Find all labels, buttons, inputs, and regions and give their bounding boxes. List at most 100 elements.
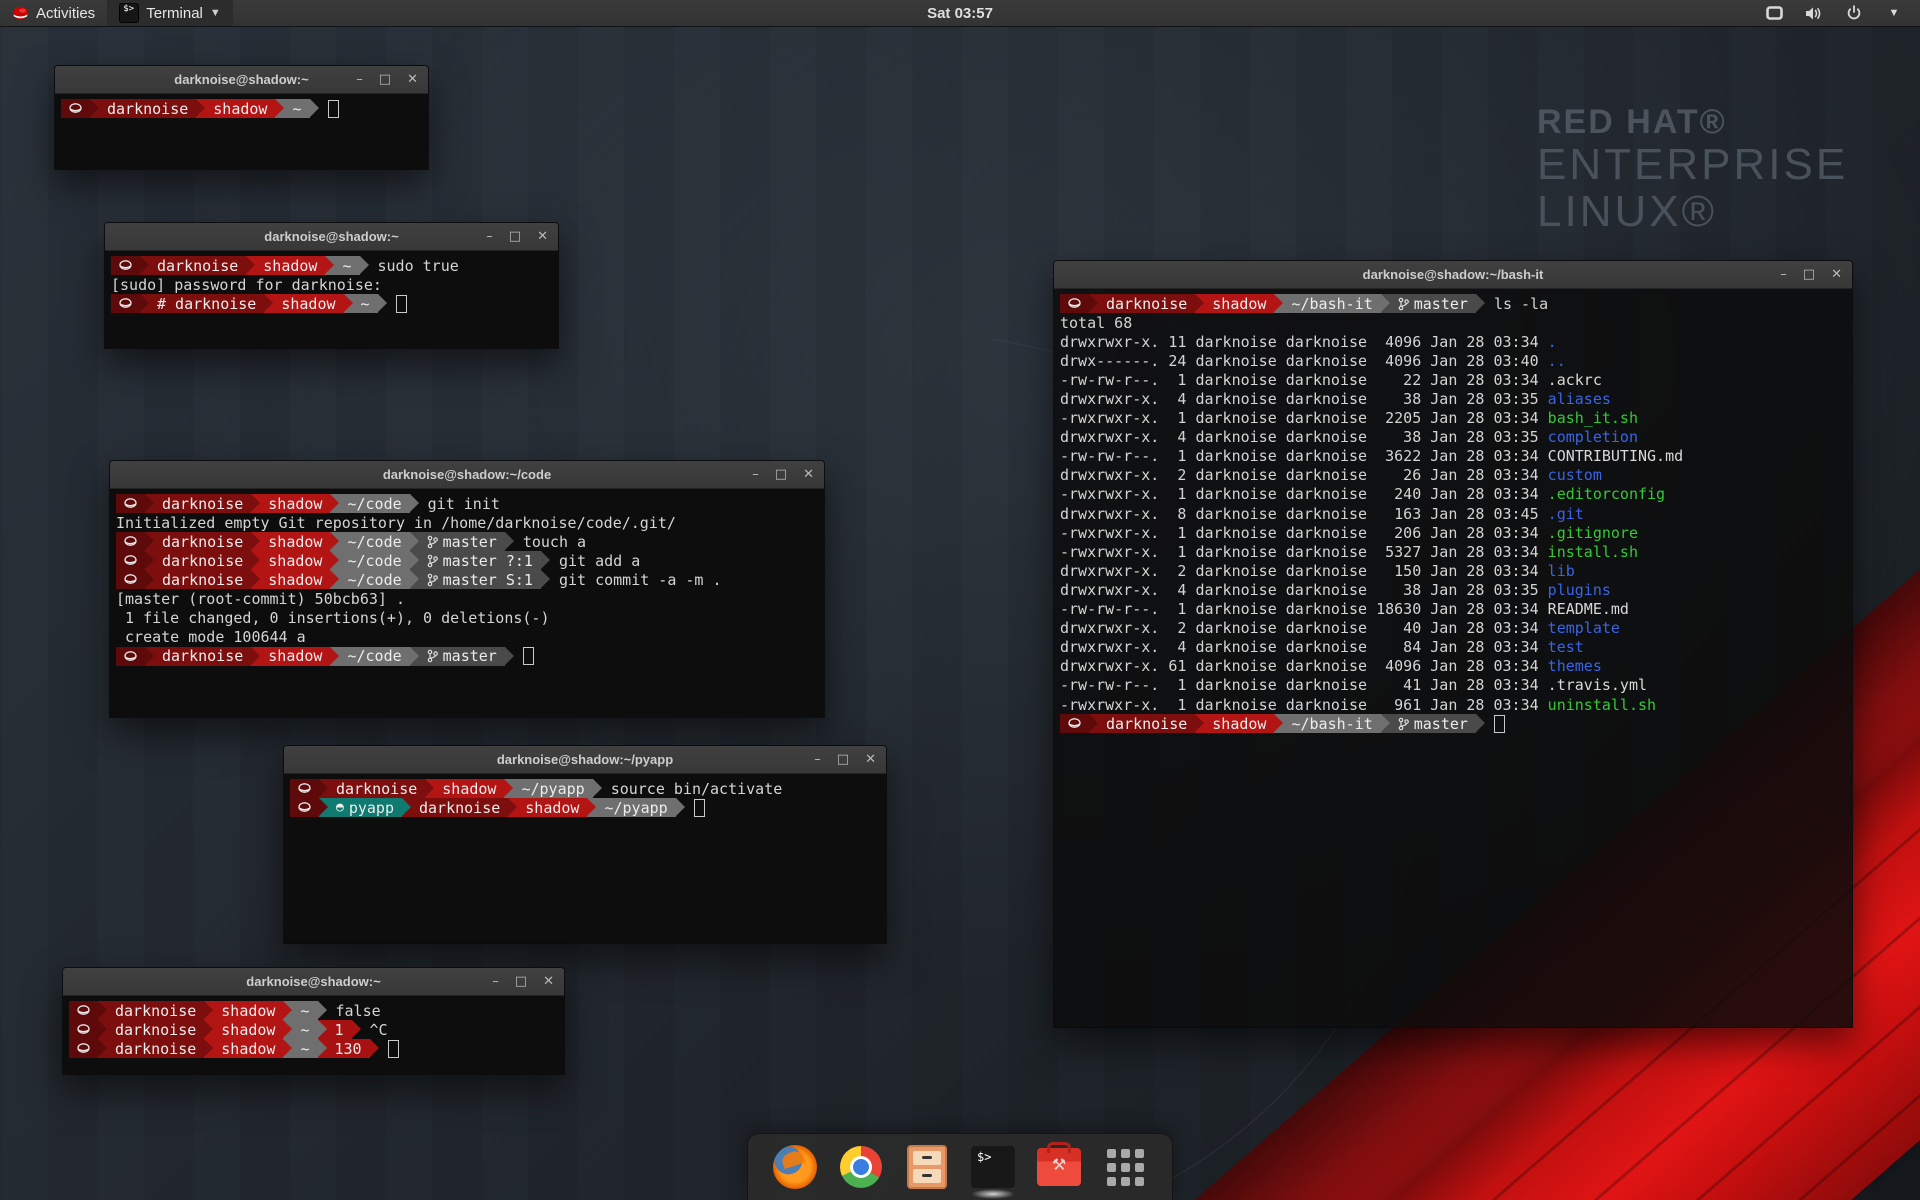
screen-icon[interactable] <box>1764 4 1784 22</box>
dock-item-app-grid[interactable] <box>1102 1144 1148 1190</box>
dock-item-chrome[interactable] <box>838 1144 884 1190</box>
clock[interactable]: Sat 03:57 <box>927 5 993 22</box>
ls-row-meta: -rwxrwxr-x. 1 darknoise darknoise 2205 J… <box>1060 409 1548 427</box>
prompt-segment-git: master S:1 <box>419 570 541 589</box>
powerline-separator <box>402 798 411 817</box>
powerline-separator <box>541 570 550 589</box>
powerline-separator <box>676 798 685 817</box>
powerline-separator <box>1476 294 1485 313</box>
prompt-segment-git: master <box>419 532 505 551</box>
file-name: themes <box>1548 657 1602 675</box>
prompt-segment-user: darknoise <box>154 494 251 513</box>
terminal-line: darknoiseshadow~/codemastertouch a <box>116 532 824 551</box>
terminal-body[interactable]: darknoiseshadow~/codegit initInitialized… <box>110 489 824 718</box>
red-hat-icon <box>298 783 311 794</box>
close-button[interactable]: ✕ <box>543 975 554 988</box>
powerline-separator <box>264 294 273 313</box>
maximize-button[interactable]: □ <box>1803 268 1815 281</box>
powerline-separator <box>410 570 419 589</box>
python-icon: ◓ <box>336 800 344 815</box>
terminal-body[interactable]: darknoiseshadow~/pyappsource bin/activat… <box>284 774 886 944</box>
terminal-line: -rw-rw-r--. 1 darknoise darknoise 22 Jan… <box>1060 370 1852 389</box>
window-titlebar[interactable]: darknoise@shadow:~–□✕ <box>55 66 428 94</box>
terminal-body[interactable]: darknoiseshadow~/bash-itmasterls -latota… <box>1054 289 1852 1028</box>
close-button[interactable]: ✕ <box>407 73 418 86</box>
dock-item-terminal[interactable]: $> <box>970 1144 1016 1190</box>
prompt-segment-exit: 1 <box>327 1020 352 1039</box>
minimize-button[interactable]: – <box>814 753 821 766</box>
minimize-button[interactable]: – <box>486 230 493 243</box>
window-titlebar[interactable]: darknoise@shadow:~–□✕ <box>105 223 558 251</box>
prompt-segment-user: darknoise <box>411 798 508 817</box>
powerline-separator <box>251 532 260 551</box>
prompt-segment-hat <box>1060 714 1089 733</box>
window-titlebar[interactable]: darknoise@shadow:~/code–□✕ <box>110 461 824 489</box>
dock-item-toolbox[interactable] <box>1036 1144 1082 1190</box>
minimize-button[interactable]: – <box>1780 268 1787 281</box>
terminal-cursor <box>396 295 407 313</box>
ls-row-meta: -rw-rw-r--. 1 darknoise darknoise 41 Jan… <box>1060 676 1548 694</box>
ls-row-meta: drwxrwxr-x. 4 darknoise darknoise 38 Jan… <box>1060 428 1548 446</box>
powerline-separator <box>251 551 260 570</box>
maximize-button[interactable]: □ <box>379 73 391 86</box>
top-bar: Activities $> Terminal ▼ Sat 03:57 <box>0 0 1920 27</box>
dock-item-firefox[interactable] <box>772 1144 818 1190</box>
maximize-button[interactable]: □ <box>775 468 787 481</box>
window-titlebar[interactable]: darknoise@shadow:~/bash-it–□✕ <box>1054 261 1852 289</box>
maximize-button[interactable]: □ <box>515 975 527 988</box>
command-text: ls -la <box>1494 295 1548 313</box>
prompt-segment-path: ~/pyapp <box>513 779 592 798</box>
ls-row-meta: -rw-rw-r--. 1 darknoise darknoise 3622 J… <box>1060 447 1548 465</box>
terminal-line: drwxrwxr-x. 11 darknoise darknoise 4096 … <box>1060 332 1852 351</box>
close-button[interactable]: ✕ <box>865 753 876 766</box>
prompt-segment-user: darknoise <box>154 532 251 551</box>
power-icon[interactable] <box>1844 4 1864 22</box>
maximize-button[interactable]: □ <box>837 753 849 766</box>
terminal-line: create mode 100644 a <box>116 628 824 647</box>
minimize-button[interactable]: – <box>356 73 363 86</box>
prompt-segment-exit: 130 <box>327 1039 370 1058</box>
terminal-window-sudo: darknoise@shadow:~–□✕darknoiseshadow~sud… <box>104 222 559 349</box>
prompt-segment-path: ~ <box>334 256 359 275</box>
ls-row-meta: -rw-rw-r--. 1 darknoise darknoise 18630 … <box>1060 600 1548 618</box>
close-button[interactable]: ✕ <box>803 468 814 481</box>
terminal-body[interactable]: darknoiseshadow~falsedarknoiseshadow~1^C… <box>63 996 564 1075</box>
file-name: uninstall.sh <box>1548 696 1656 714</box>
chevron-down-icon[interactable]: ▼ <box>1884 4 1904 22</box>
red-hat-icon <box>77 1005 90 1016</box>
terminal-line: darknoiseshadow~/bash-itmaster <box>1060 714 1852 733</box>
window-titlebar[interactable]: darknoise@shadow:~–□✕ <box>63 968 564 996</box>
branding-linux: LINUX® <box>1537 188 1848 236</box>
prompt-segment-user: darknoise <box>107 1001 204 1020</box>
powerline-separator <box>504 779 513 798</box>
terminal-line: drwxrwxr-x. 2 darknoise darknoise 26 Jan… <box>1060 466 1852 485</box>
terminal-body[interactable]: darknoiseshadow~ <box>55 94 428 170</box>
window-titlebar[interactable]: darknoise@shadow:~/pyapp–□✕ <box>284 746 886 774</box>
activities-button[interactable]: Activities <box>0 0 107 26</box>
app-menu-label: Terminal <box>146 5 203 22</box>
prompt-segment-user: darknoise <box>328 779 425 798</box>
minimize-button[interactable]: – <box>492 975 499 988</box>
powerline-separator <box>410 551 419 570</box>
terminal-line: -rwxrwxr-x. 1 darknoise darknoise 206 Ja… <box>1060 523 1852 542</box>
terminal-body[interactable]: darknoiseshadow~sudo true[sudo] password… <box>105 251 558 349</box>
red-hat-icon <box>124 498 137 509</box>
powerline-separator <box>98 1039 107 1058</box>
dock-item-files[interactable] <box>904 1144 950 1190</box>
terminal-line: drwxrwxr-x. 4 darknoise darknoise 38 Jan… <box>1060 389 1852 408</box>
prompt-segment-path: ~/code <box>339 647 409 666</box>
prompt-segment-host: shadow <box>1204 714 1274 733</box>
terminal-cursor <box>694 799 705 817</box>
maximize-button[interactable]: □ <box>509 230 521 243</box>
prompt-segment-path: ~ <box>292 1020 317 1039</box>
close-button[interactable]: ✕ <box>537 230 548 243</box>
terminal-line: drwxrwxr-x. 61 darknoise darknoise 4096 … <box>1060 657 1852 676</box>
powerline-separator <box>508 798 517 817</box>
app-menu-terminal[interactable]: $> Terminal ▼ <box>107 0 233 26</box>
close-button[interactable]: ✕ <box>1831 268 1842 281</box>
powerline-separator <box>283 1039 292 1058</box>
file-name: aliases <box>1548 390 1611 408</box>
volume-icon[interactable] <box>1804 4 1824 22</box>
powerline-separator <box>275 99 284 118</box>
minimize-button[interactable]: – <box>752 468 759 481</box>
